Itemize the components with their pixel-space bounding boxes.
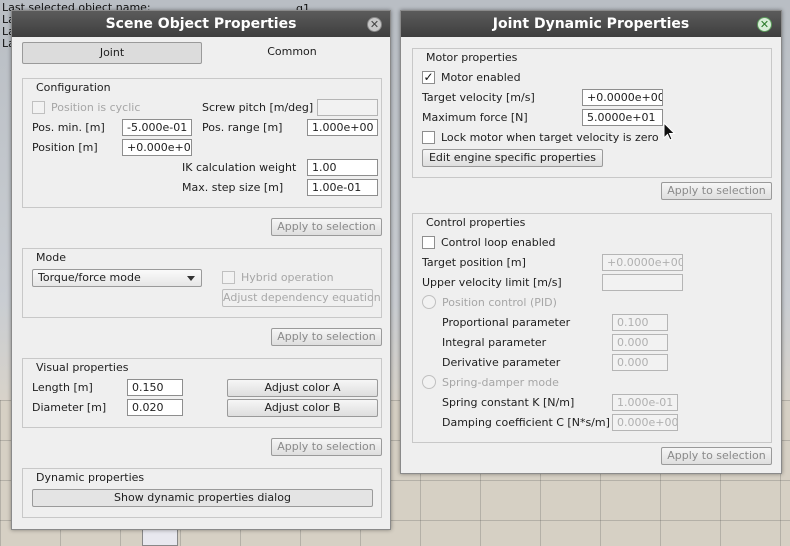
length-field[interactable]: 0.150 bbox=[127, 379, 183, 396]
pid-radio[interactable] bbox=[422, 295, 436, 309]
dialog-title: Scene Object Properties bbox=[12, 11, 390, 37]
position-label: Position [m] bbox=[32, 141, 98, 154]
diameter-label: Diameter [m] bbox=[32, 401, 107, 414]
group-title: Dynamic properties bbox=[36, 471, 145, 484]
derivative-field[interactable]: 0.000 bbox=[612, 354, 668, 371]
position-cyclic-checkbox[interactable] bbox=[32, 101, 45, 114]
scene-object[interactable] bbox=[142, 528, 178, 546]
close-icon[interactable]: ✕ bbox=[367, 17, 382, 32]
screw-pitch-label: Screw pitch [m/deg] bbox=[202, 101, 314, 114]
hybrid-label: Hybrid operation bbox=[241, 271, 334, 284]
length-label: Length [m] bbox=[32, 381, 93, 394]
spring-damper-label: Spring-damper mode bbox=[442, 376, 559, 389]
max-step-field[interactable]: 1.00e-01 bbox=[307, 179, 378, 196]
apply-config-button[interactable]: Apply to selection bbox=[271, 218, 382, 236]
joint-dynamic-properties-dialog: Joint Dynamic Properties ✕ Motor propert… bbox=[400, 10, 782, 474]
ik-weight-label: IK calculation weight bbox=[182, 161, 297, 174]
damping-label: Damping coefficient C [N*s/m] bbox=[442, 416, 610, 429]
position-field[interactable]: +0.000e+00 bbox=[122, 139, 192, 156]
max-force-label: Maximum force [N] bbox=[422, 111, 528, 124]
pid-label: Position control (PID) bbox=[442, 296, 557, 309]
pos-min-field[interactable]: -5.000e-01 bbox=[122, 119, 192, 136]
group-title: Control properties bbox=[426, 216, 526, 229]
upper-velocity-label: Upper velocity limit [m/s] bbox=[422, 276, 562, 289]
chevron-down-icon bbox=[187, 276, 195, 281]
mode-select[interactable]: Torque/force mode bbox=[32, 269, 202, 287]
screw-pitch-field[interactable] bbox=[317, 99, 378, 116]
proportional-label: Proportional parameter bbox=[442, 316, 571, 329]
group-title: Visual properties bbox=[36, 361, 129, 374]
position-cyclic-label: Position is cyclic bbox=[51, 101, 141, 114]
mode-select-value: Torque/force mode bbox=[38, 271, 141, 284]
apply-visual-button[interactable]: Apply to selection bbox=[271, 438, 382, 456]
control-loop-checkbox[interactable] bbox=[422, 236, 435, 249]
adjust-color-a-button[interactable]: Adjust color A bbox=[227, 379, 378, 397]
pos-range-label: Pos. range [m] bbox=[202, 121, 283, 134]
apply-mode-button[interactable]: Apply to selection bbox=[271, 328, 382, 346]
configuration-group: Configuration Position is cyclic Screw p… bbox=[22, 78, 382, 208]
scene-object-properties-dialog: Scene Object Properties ✕ Joint Common C… bbox=[11, 10, 391, 530]
visual-properties-group: Visual properties Length [m] 0.150 Adjus… bbox=[22, 358, 382, 428]
upper-velocity-field[interactable] bbox=[602, 274, 683, 291]
target-position-label: Target position [m] bbox=[422, 256, 526, 269]
max-force-field[interactable]: 5.0000e+01 bbox=[582, 109, 663, 126]
group-title: Motor properties bbox=[426, 51, 518, 64]
show-dynamic-properties-button[interactable]: Show dynamic properties dialog bbox=[32, 489, 373, 507]
motor-enabled-label: Motor enabled bbox=[441, 71, 521, 84]
group-title: Mode bbox=[36, 251, 66, 264]
pos-min-label: Pos. min. [m] bbox=[32, 121, 105, 134]
dynamic-properties-group: Dynamic properties Show dynamic properti… bbox=[22, 468, 382, 518]
max-step-label: Max. step size [m] bbox=[182, 181, 284, 194]
target-velocity-field[interactable]: +0.0000e+00 bbox=[582, 89, 663, 106]
adjust-color-b-button[interactable]: Adjust color B bbox=[227, 399, 378, 417]
tab-joint[interactable]: Joint bbox=[22, 42, 202, 64]
target-position-field[interactable]: +0.0000e+00 bbox=[602, 254, 683, 271]
motor-enabled-checkbox[interactable]: ✓ bbox=[422, 71, 435, 84]
dialog-title: Joint Dynamic Properties bbox=[401, 11, 781, 37]
pos-range-field[interactable]: 1.000e+00 bbox=[307, 119, 378, 136]
adjust-dependency-button[interactable]: Adjust dependency equation bbox=[222, 289, 381, 307]
lock-motor-label: Lock motor when target velocity is zero bbox=[441, 131, 659, 144]
control-properties-group: Control properties Control loop enabled … bbox=[412, 213, 772, 443]
spring-damper-radio[interactable] bbox=[422, 375, 436, 389]
edit-engine-properties-button[interactable]: Edit engine specific properties bbox=[422, 149, 603, 167]
check-icon: ✓ bbox=[423, 70, 434, 84]
mode-group: Mode Torque/force mode Hybrid operation … bbox=[22, 248, 382, 318]
integral-field[interactable]: 0.000 bbox=[612, 334, 668, 351]
close-icon[interactable]: ✕ bbox=[757, 17, 772, 32]
apply-control-button[interactable]: Apply to selection bbox=[661, 447, 772, 465]
lock-motor-checkbox[interactable] bbox=[422, 131, 435, 144]
derivative-label: Derivative parameter bbox=[442, 356, 561, 369]
ik-weight-field[interactable]: 1.00 bbox=[307, 159, 378, 176]
mouse-cursor-icon bbox=[663, 122, 676, 141]
control-loop-label: Control loop enabled bbox=[441, 236, 556, 249]
motor-properties-group: Motor properties ✓ Motor enabled Target … bbox=[412, 48, 772, 178]
spring-k-field[interactable]: 1.000e-01 bbox=[612, 394, 678, 411]
target-velocity-label: Target velocity [m/s] bbox=[422, 91, 535, 104]
apply-motor-button[interactable]: Apply to selection bbox=[661, 182, 772, 200]
group-title: Configuration bbox=[36, 81, 111, 94]
proportional-field[interactable]: 0.100 bbox=[612, 314, 668, 331]
damping-field[interactable]: 0.000e+00 bbox=[612, 414, 678, 431]
diameter-field[interactable]: 0.020 bbox=[127, 399, 183, 416]
integral-label: Integral parameter bbox=[442, 336, 547, 349]
tab-common[interactable]: Common bbox=[202, 42, 382, 64]
spring-k-label: Spring constant K [N/m] bbox=[442, 396, 575, 409]
hybrid-checkbox[interactable] bbox=[222, 271, 235, 284]
